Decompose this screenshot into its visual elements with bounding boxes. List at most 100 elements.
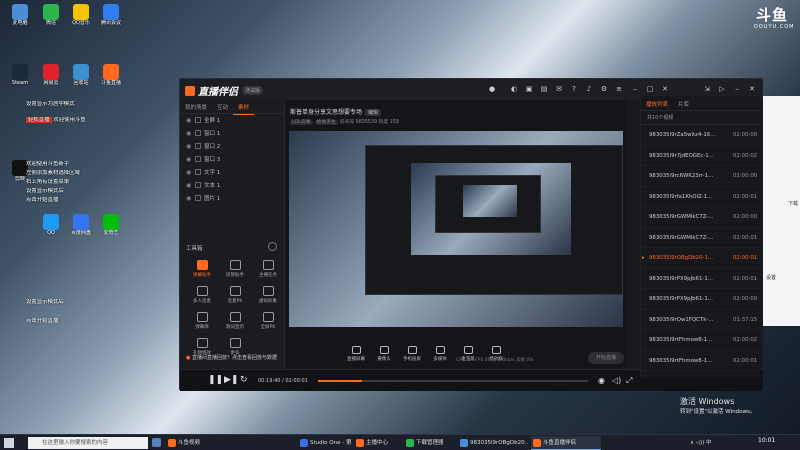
taskbar-search[interactable]: 在这里输入你要搜索的内容 — [28, 437, 148, 449]
loop-icon[interactable]: ↻ — [240, 375, 248, 386]
checkbox-icon[interactable] — [195, 195, 201, 201]
desktop-icon[interactable]: 回收站 — [66, 64, 96, 86]
system-tray[interactable]: ∧ ◁)) 中 — [690, 438, 712, 446]
eye-icon[interactable]: ◉ — [186, 140, 195, 153]
scene-item[interactable]: ◉ 全屏 1 — [180, 114, 284, 127]
taskbar-clock[interactable]: 10:01 — [758, 437, 775, 444]
tool-0[interactable]: 弹幕助手 — [186, 260, 218, 278]
category-tag[interactable]: 绝地求生 — [314, 120, 338, 125]
playlist-item[interactable]: 983035l9rc6WK23rr-1... 02:00:00 — [641, 166, 760, 187]
playlist-tab[interactable]: 片库 — [673, 96, 694, 112]
windows-start-icon[interactable] — [4, 438, 14, 448]
tool-3[interactable]: 多人连麦 — [186, 286, 218, 304]
playlist-item[interactable]: 983035l9rQw1FQCTk-... 01:37:15 — [641, 310, 760, 330]
eye-icon[interactable]: ◉ — [186, 114, 195, 127]
edit-title-button[interactable]: 编辑 — [365, 109, 382, 116]
maximize-icon[interactable]: □ — [646, 85, 654, 93]
checkbox-icon[interactable] — [195, 117, 201, 123]
playlist-item[interactable]: 983035l9rfa1KhOIZ-1... 02:00:01 — [641, 187, 760, 207]
chart-icon[interactable]: ▤ — [540, 85, 548, 93]
checkbox-icon[interactable] — [195, 156, 201, 162]
playlist-item[interactable]: 983035l9rGWMlkC7Z-... 02:00:01 — [641, 228, 760, 248]
close-icon[interactable]: ✕ — [748, 85, 756, 93]
desktop-icon[interactable]: 此电脑 — [5, 4, 35, 26]
checkbox-icon[interactable] — [195, 182, 201, 188]
desktop-icon[interactable]: 斗鱼直播 — [96, 64, 126, 86]
desktop-icons: 此电脑 微信 QQ音乐 腾讯会议 Steam 网易云 回收站 斗鱼直播 剪映 QQ 百度网盘 爱奇艺 — [0, 0, 195, 428]
desktop-icon[interactable]: Steam — [5, 64, 35, 86]
desktop-note: 设置显示模式后 — [26, 188, 64, 194]
category-tag[interactable]: LOL竞赛 — [290, 120, 313, 125]
next-icon[interactable]: ▶❚ — [224, 375, 238, 386]
tool-5[interactable]: 虚拟形象 — [252, 286, 284, 304]
tab-2[interactable]: 素材 — [233, 100, 255, 115]
eye-icon[interactable]: ◉ — [186, 127, 195, 140]
tab-1[interactable]: 互动 — [212, 100, 233, 114]
scene-item[interactable]: ◉ 窗口 3 — [180, 153, 284, 166]
playlist-item-duration: 02:00:00 — [733, 173, 758, 179]
checkbox-icon[interactable] — [195, 143, 201, 149]
settings-icon[interactable]: ◉ — [598, 375, 605, 386]
checkbox-icon[interactable] — [195, 169, 201, 175]
volume-icon[interactable]: ◁) — [612, 375, 621, 386]
tab-0[interactable]: 我的场景 — [180, 100, 212, 114]
notification-icon[interactable]: ♪ — [585, 85, 593, 93]
tool-2[interactable]: 主播任务 — [252, 260, 284, 278]
settings-icon[interactable]: ⚙ — [600, 85, 608, 93]
playlist-item[interactable]: 983035l9rtFhmow8-1... 02:00:01 — [641, 351, 760, 371]
taskbar-task[interactable]: 下载管理器 — [404, 436, 456, 450]
stream-preview[interactable] — [289, 131, 623, 327]
avatar-icon[interactable]: ● — [488, 85, 496, 93]
desktop-icon[interactable]: 爱奇艺 — [96, 214, 126, 236]
minimize-icon[interactable]: – — [631, 85, 639, 93]
scene-item[interactable]: ◉ 窗口 2 — [180, 140, 284, 153]
tool-7[interactable]: 歌词显示 — [219, 312, 251, 330]
scene-item[interactable]: ◉ 图片 1 — [180, 192, 284, 205]
pin-icon[interactable]: ⇲ — [703, 85, 711, 93]
fullscreen-icon[interactable]: ⤢ — [626, 375, 632, 386]
share-icon[interactable]: ▷ — [718, 85, 726, 93]
scene-item[interactable]: ◉ 文本 1 — [180, 179, 284, 192]
gift-icon[interactable]: ▣ — [525, 85, 533, 93]
playlist-item[interactable]: 983035l9rtFhmow8-1... 02:00:02 — [641, 330, 760, 351]
desktop-icon[interactable]: 腾讯会议 — [96, 4, 126, 26]
tool-1[interactable]: 房管助手 — [219, 260, 251, 278]
desktop-icon[interactable]: 微信 — [36, 4, 66, 26]
playlist-item[interactable]: 983035l9rZa5witz4-16... 02:00:00 — [641, 125, 760, 146]
playlist-item[interactable]: 983035l9r7JdEOGEc-1... 02:00:02 — [641, 146, 760, 166]
playlist-tab[interactable]: 播放列表 — [641, 96, 673, 112]
taskbar-task[interactable]: 983035l9rOBgDb20... — [458, 436, 528, 450]
toolbox-more-icon[interactable] — [268, 242, 277, 251]
message-icon[interactable]: ✉ — [555, 85, 563, 93]
playlist-item[interactable]: 983035l9rGWMlkC7Z-... 02:00:00 — [641, 207, 760, 228]
playlist-item[interactable]: 983035l9rPX9pJb61-1... 02:00:00 — [641, 289, 760, 310]
minimize-icon[interactable]: – — [733, 85, 741, 93]
menu-icon[interactable]: ≡ — [615, 85, 623, 93]
help-icon[interactable]: ? — [570, 85, 578, 93]
scene-item[interactable]: ◉ 窗口 1 — [180, 127, 284, 140]
tool-8[interactable]: 全屏PK — [252, 312, 284, 330]
pause-icon[interactable]: ❚❚ — [208, 375, 223, 386]
task-view-icon[interactable] — [152, 438, 161, 447]
taskbar-task[interactable]: 斗鱼视频 — [166, 436, 296, 450]
desktop-icon[interactable]: QQ音乐 — [66, 4, 96, 26]
tool-4[interactable]: 连麦PK — [219, 286, 251, 304]
eye-icon[interactable]: ◉ — [186, 153, 195, 166]
playlist-item[interactable]: ▸ 983035l9rOBgDb20-1... 02:00:01 — [641, 248, 760, 269]
taskbar-task[interactable]: 斗鱼直播伴侣 — [531, 436, 601, 450]
close-icon[interactable]: ✕ — [661, 85, 669, 93]
eye-icon[interactable]: ◉ — [186, 166, 195, 179]
skin-icon[interactable]: ◐ — [510, 85, 518, 93]
taskbar-task[interactable]: 主播中心 — [354, 436, 402, 450]
taskbar-task[interactable]: Studio One - 第8期... — [298, 436, 352, 450]
desktop-icon[interactable]: QQ — [36, 214, 66, 236]
desktop-icon[interactable]: 网易云 — [36, 64, 66, 86]
playlist-item[interactable]: 983035l9rPX9pJb61-1... 02:00:01 — [641, 269, 760, 289]
eye-icon[interactable]: ◉ — [186, 179, 195, 192]
eye-icon[interactable]: ◉ — [186, 192, 195, 205]
tool-6[interactable]: 弹幕库 — [186, 312, 218, 330]
playback-progress[interactable] — [318, 380, 588, 382]
scene-item[interactable]: ◉ 文字 1 — [180, 166, 284, 179]
desktop-icon[interactable]: 百度网盘 — [66, 214, 96, 236]
checkbox-icon[interactable] — [195, 130, 201, 136]
